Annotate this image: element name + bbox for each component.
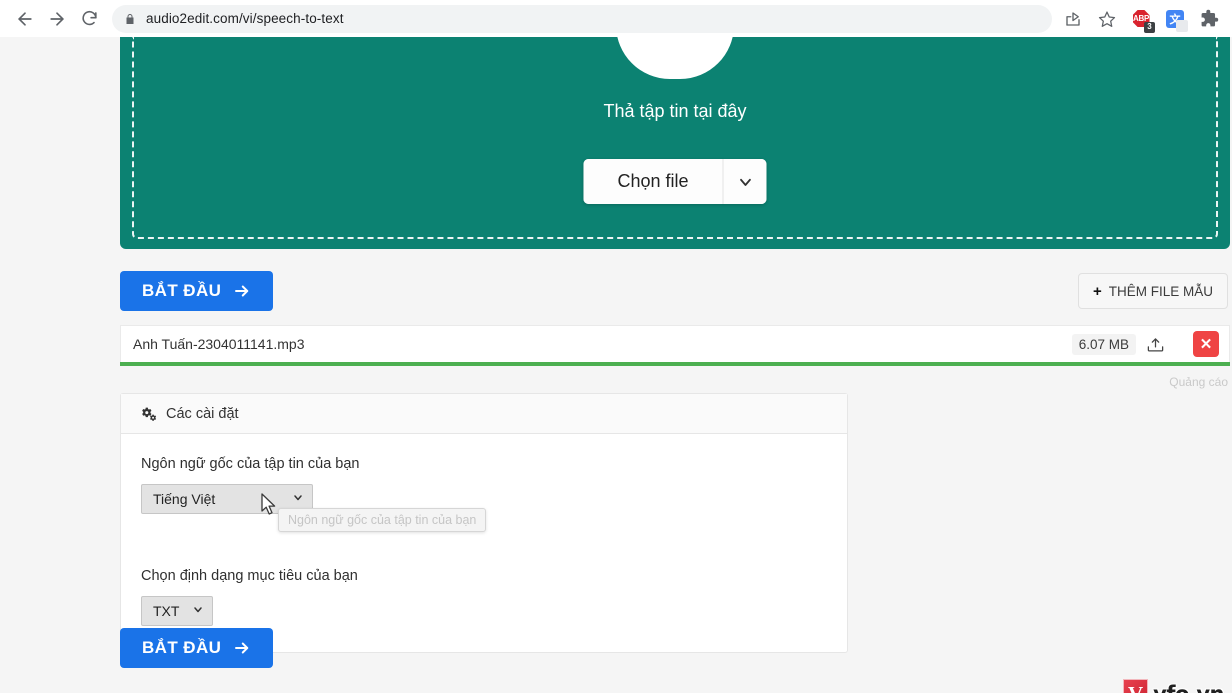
start-button-label: BẮT ĐẦU: [142, 281, 222, 300]
back-button[interactable]: [10, 4, 40, 34]
format-select[interactable]: TXT: [141, 596, 213, 626]
address-bar[interactable]: audio2edit.com/vi/speech-to-text: [112, 4, 1052, 33]
reload-icon: [81, 10, 97, 26]
google-translate-icon[interactable]: 文: [1162, 6, 1188, 32]
puzzle-piece-icon[interactable]: [1196, 6, 1222, 32]
forward-button[interactable]: [42, 4, 72, 34]
start-button-top[interactable]: BẮT ĐẦU: [120, 271, 274, 311]
language-field-label: Ngôn ngữ gốc của tập tin của bạn: [141, 456, 360, 472]
arrow-right-icon: [235, 285, 249, 297]
advertisement-label: Quảng cáo: [1169, 375, 1228, 389]
format-select-wrap: TXT: [141, 596, 213, 626]
choose-file-group: Chọn file: [583, 159, 767, 204]
settings-title: Các cài đặt: [166, 405, 239, 422]
file-name: Anh Tuấn-2304011141.mp3: [133, 336, 305, 352]
vfo-logo-letter: V: [1123, 679, 1149, 693]
reload-button[interactable]: [74, 4, 104, 34]
file-dropzone[interactable]: Thả tập tin tại đây Chọn file: [120, 37, 1230, 249]
settings-header: Các cài đặt: [121, 394, 847, 434]
add-sample-file-button[interactable]: + THÊM FILE MẪU: [1077, 273, 1228, 309]
start-button-bottom[interactable]: BẮT ĐẦU: [120, 628, 274, 668]
adblock-count-badge: 3: [1144, 21, 1155, 33]
plus-icon: +: [1092, 282, 1102, 300]
delete-file-button[interactable]: ✕: [1193, 331, 1219, 357]
cloud-upload-icon: [616, 37, 734, 81]
vfo-watermark: V vfo.vn: [1123, 679, 1224, 693]
vfo-watermark-text: vfo.vn: [1153, 682, 1224, 693]
uploaded-file-row: Anh Tuấn-2304011141.mp3 6.07 MB ✕: [120, 325, 1230, 366]
url-text: audio2edit.com/vi/speech-to-text: [146, 11, 344, 26]
arrow-right-icon: [50, 11, 64, 26]
format-field-label: Chọn định dạng mục tiêu của bạn: [141, 568, 358, 584]
gears-icon: [142, 407, 157, 421]
add-sample-file-label: THÊM FILE MẪU: [1108, 283, 1213, 299]
lock-icon: [124, 12, 136, 26]
drop-instruction-text: Thả tập tin tại đây: [603, 101, 747, 121]
browser-toolbar: audio2edit.com/vi/speech-to-text ABP 3 文: [0, 0, 1232, 37]
choose-file-button[interactable]: Chọn file: [583, 159, 723, 204]
adblock-plus-icon[interactable]: ABP 3: [1128, 6, 1155, 33]
settings-body: Ngôn ngữ gốc của tập tin của bạn Tiếng V…: [121, 434, 847, 652]
language-select-tooltip: Ngôn ngữ gốc của tập tin của bạn: [278, 508, 487, 532]
translate-glyph: 文: [1166, 9, 1188, 32]
toolbar-icons: ABP 3 文: [1060, 6, 1222, 33]
start-button-bottom-label: BẮT ĐẦU: [142, 638, 222, 657]
page-content: Thả tập tin tại đây Chọn file BẮT ĐẦU + …: [0, 37, 1232, 693]
action-row: BẮT ĐẦU + THÊM FILE MẪU: [120, 271, 1230, 315]
arrow-left-icon: [18, 11, 32, 26]
star-icon[interactable]: [1094, 6, 1120, 32]
file-size: 6.07 MB: [1071, 333, 1136, 355]
share-icon[interactable]: [1060, 6, 1086, 32]
upload-to-cloud-icon[interactable]: [1146, 335, 1165, 354]
arrow-right-icon: [235, 642, 249, 654]
chevron-down-icon[interactable]: [722, 159, 767, 204]
